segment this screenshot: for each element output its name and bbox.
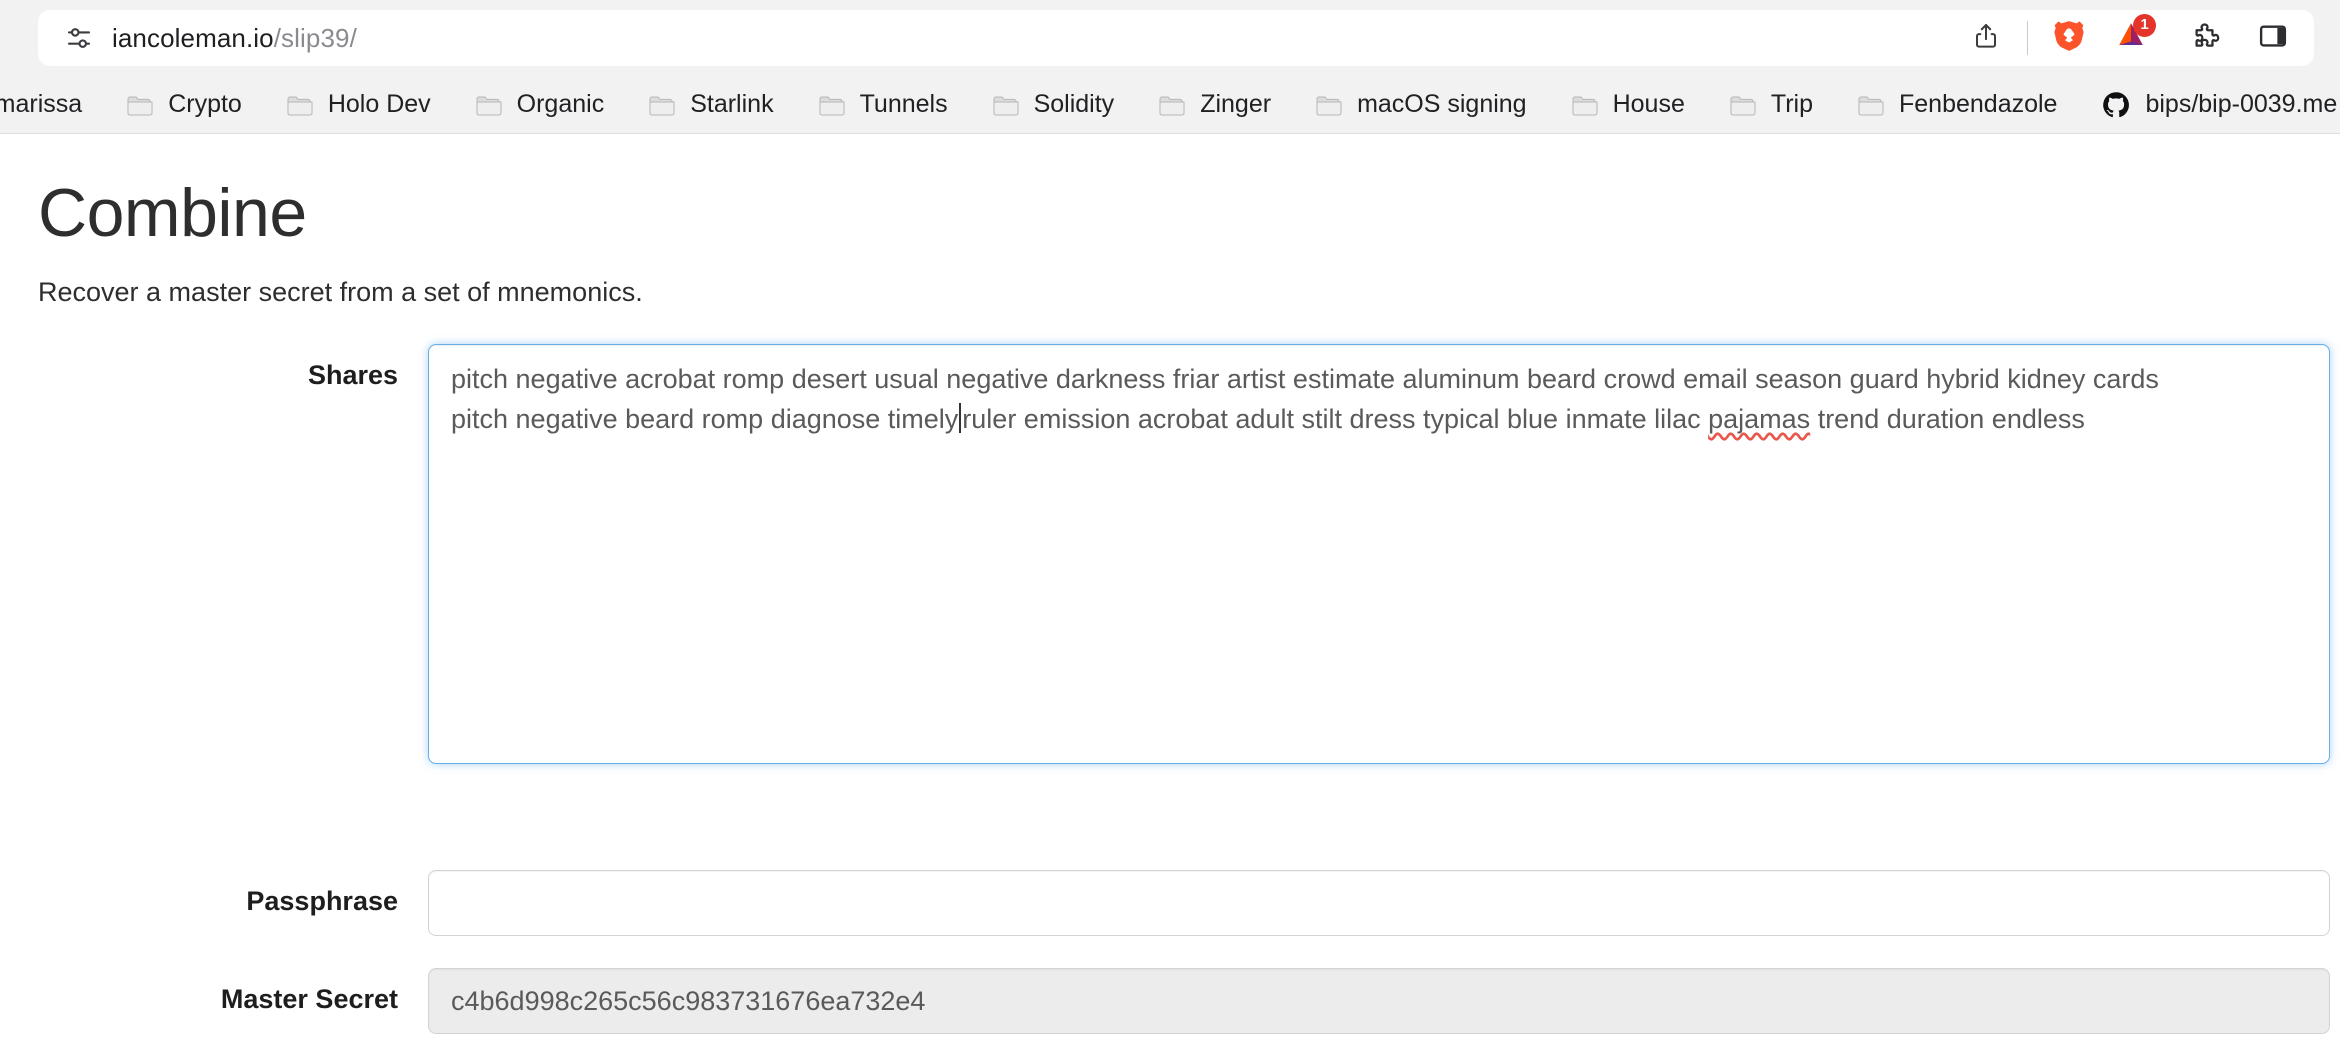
folder-icon [1315,93,1343,117]
folder-icon [818,93,846,117]
bookmark-label: Tunnels [859,90,948,118]
bookmark-label: Trip [1770,90,1813,118]
share-icon [1971,21,2001,56]
shares-line-2-before-caret: pitch negative beard romp diagnose timel… [451,404,959,435]
page-subtitle: Recover a master secret from a set of mn… [38,277,643,308]
bookmark-label: House [1612,90,1685,118]
master-secret-input[interactable] [428,968,2330,1035]
bookmark-item[interactable]: Amarissa [0,83,104,127]
passphrase-row: Passphrase [38,870,2340,937]
bookmark-label: Starlink [690,90,774,118]
folder-icon [992,93,1020,117]
github-icon [2101,90,2131,120]
bookmark-label: Zinger [1200,90,1272,118]
brave-lion-icon [2051,18,2087,59]
bookmark-item[interactable]: Crypto [104,83,264,127]
bookmark-label: Organic [516,90,605,118]
bookmark-item[interactable]: bips/bip-0039.me… [2079,83,2340,127]
master-secret-label: Master Secret [220,984,398,1015]
extensions-area [2162,10,2304,66]
folder-icon [475,93,503,117]
bookmark-item[interactable]: Organic [453,83,627,127]
bookmark-item[interactable]: Solidity [970,83,1137,127]
text-caret [959,403,962,434]
bookmark-item[interactable]: Tunnels [796,83,970,127]
bookmark-label: Crypto [168,90,242,118]
folder-icon [1729,93,1757,117]
master-secret-row: Master Secret [38,968,2340,1035]
bookmark-item[interactable]: Starlink [626,83,795,127]
shares-line-2-after-caret: ruler emission acrobat adult stilt dress… [962,404,1709,435]
folder-icon [286,93,314,117]
url-text: iancoleman.io/slip39/ [112,23,357,54]
folder-icon [1571,93,1599,117]
shares-line-1: pitch negative acrobat romp desert usual… [451,364,2159,395]
misspelled-word: pajamas [1708,404,1811,435]
share-button[interactable] [1955,10,2017,66]
bookmark-label: macOS signing [1357,90,1527,118]
rewards-badge: 1 [2133,14,2156,37]
page-title: Combine [38,175,307,251]
bookmark-item[interactable]: Holo Dev [264,83,453,127]
browser-chrome: iancoleman.io/slip39/ 1 arissa Crypto Ho… [0,0,2340,134]
extensions-button[interactable] [2176,10,2238,66]
page-content: Combine Recover a master secret from a s… [0,134,2340,1052]
browser-toolbar: iancoleman.io/slip39/ 1 [0,0,2340,76]
brave-rewards-button[interactable]: 1 [2100,10,2162,66]
url-path: /slip39/ [273,22,357,53]
toolbar-divider [2027,21,2028,55]
bookmarks-bar: Amarissa Crypto Holo Dev [0,76,2340,134]
tune-icon[interactable] [64,23,94,53]
bookmark-item[interactable]: macOS signing [1293,83,1549,127]
shares-textarea[interactable]: pitch negative acrobat romp desert usual… [428,344,2330,765]
folder-icon [126,93,154,117]
resize-grip-icon[interactable] [2301,736,2323,758]
address-bar[interactable]: iancoleman.io/slip39/ [38,10,1967,66]
brave-shields-button[interactable] [2038,10,2100,66]
passphrase-input[interactable] [428,870,2330,937]
url-domain: iancoleman.io [112,22,274,53]
folder-icon [1857,93,1885,117]
puzzle-piece-icon [2191,20,2223,57]
shares-line-2-tail: trend duration endless [1810,404,2085,435]
folder-icon [1158,93,1186,117]
bookmark-label: bips/bip-0039.me… [2145,90,2340,118]
shares-row: Shares pitch negative acrobat romp deser… [38,344,2340,765]
bookmark-item[interactable]: House [1549,83,1707,127]
bookmark-item[interactable]: Zinger [1136,83,1293,127]
sidebar-toggle-button[interactable] [2242,10,2304,66]
toolbar-actions: 1 [1955,10,2314,66]
bookmark-label: Solidity [1033,90,1115,118]
sidebar-toggle-icon [2258,21,2288,56]
bookmark-item[interactable]: Trip [1707,83,1835,127]
bookmark-item[interactable]: Fenbendazole [1835,83,2079,127]
bookmark-label: Amarissa [0,90,83,118]
passphrase-label: Passphrase [246,886,398,917]
bookmark-label: Holo Dev [327,90,431,118]
folder-icon [648,93,676,117]
shares-label: Shares [307,360,398,391]
bookmark-label: Fenbendazole [1899,90,2058,118]
